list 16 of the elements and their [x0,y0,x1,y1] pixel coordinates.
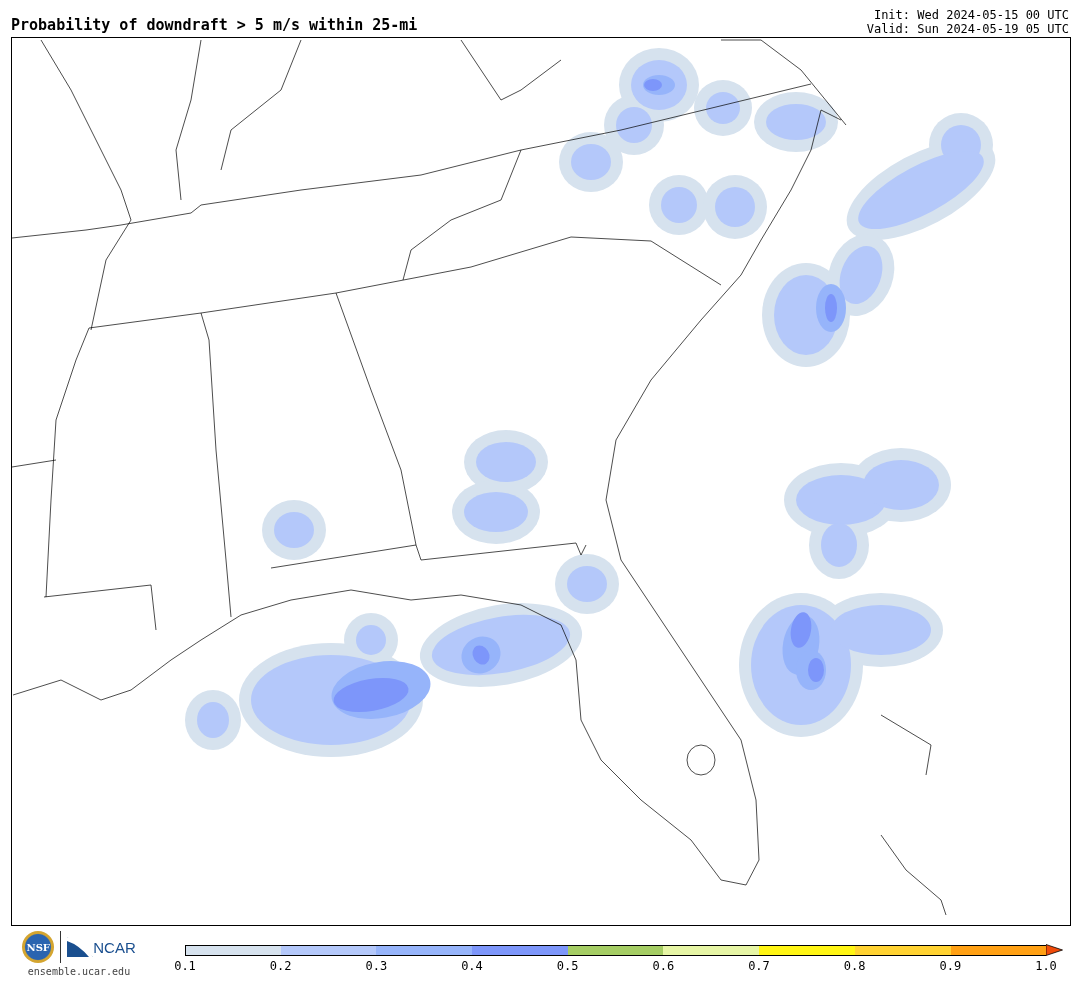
map-title: Probability of downdraft > 5 m/s within 25-mi [11,16,418,36]
nsf-logo: NSF [22,931,55,963]
colorbar-tick-label: 0.1 [174,959,196,973]
colorbar-tick-label: 0.8 [843,959,866,973]
colorbar-tick-label: 0.3 [365,959,388,973]
colorbar-tick-label: 0.7 [748,959,770,973]
colorbar-tick-label: 0.9 [939,959,962,973]
colorbar-tick-label: 1.0 [1035,959,1057,973]
colorbar-tick-label: 0.2 [269,959,292,973]
valid-time: Valid: Sun 2024-05-19 05 UTC [866,22,1069,36]
website-url: ensemble.ucar.edu [27,966,131,977]
ncar-logo: NCAR [67,937,136,957]
colorbar-tick-label: 0.6 [652,959,675,973]
colorbar-tick-label: 0.4 [461,959,483,973]
init-time: Init: Wed 2024-05-15 00 UTC [872,8,1069,22]
colorbar-tick-label: 0.5 [556,959,579,973]
